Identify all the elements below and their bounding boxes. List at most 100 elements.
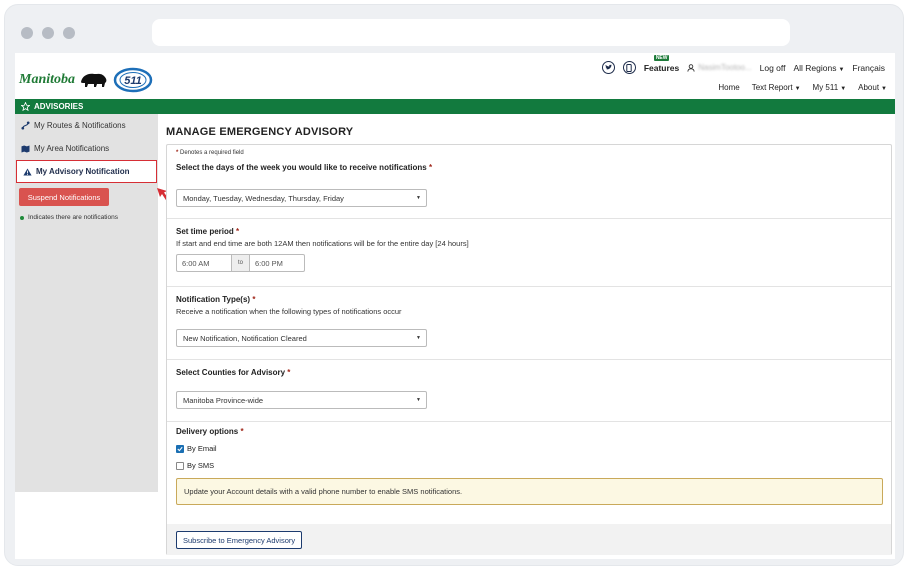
my511-menu[interactable]: My 511 ▼ [813, 83, 847, 92]
address-bar[interactable] [152, 19, 790, 46]
secondary-nav: Home Text Report ▼ My 511 ▼ About ▼ [718, 83, 887, 92]
mobile-app-icon[interactable] [622, 61, 636, 74]
required-star-icon: * [252, 295, 256, 304]
user-account[interactable]: NasimTootoo... [687, 63, 752, 72]
bison-icon [81, 73, 107, 87]
notifications-legend: Indicates there are notifications [15, 206, 158, 229]
twitter-icon[interactable] [601, 61, 615, 74]
types-label: Notification Type(s) * [176, 295, 255, 304]
new-badge: NEW [653, 54, 670, 61]
time-help: If start and end time are both 12AM then… [176, 239, 469, 248]
days-label-text: Select the days of the week you would li… [176, 163, 427, 172]
text-report-label: Text Report [751, 83, 793, 92]
counties-label-text: Select Counties for Advisory [176, 368, 286, 377]
types-help: Receive a notification when the followin… [176, 307, 402, 316]
required-note-text: Denotes a required field [180, 150, 244, 156]
top-nav: NEW Features NasimTootoo... Log off All … [601, 54, 885, 74]
regions-label: All Regions [793, 62, 837, 73]
time-separator: to [231, 255, 250, 271]
dropdown-arrow-icon: ▼ [416, 397, 421, 403]
days-section: * Denotes a required field Select the da… [167, 145, 891, 219]
legend-text: Indicates there are notifications [28, 214, 118, 221]
511-badge-icon: 511 [113, 67, 153, 93]
checkmark-icon [177, 446, 183, 451]
site-logo[interactable]: Manitoba 511 [19, 67, 153, 93]
logo-badge-text: 511 [124, 75, 142, 87]
delivery-label: Delivery options * [176, 427, 244, 436]
required-star-icon: * [240, 427, 244, 436]
username: NasimTootoo... [698, 63, 752, 72]
manitoba-logo-text: Manitoba [19, 72, 76, 87]
required-note: * Denotes a required field [176, 150, 244, 156]
end-time-input[interactable]: 6:00 PM [250, 255, 304, 271]
dropdown-arrow-icon: ▼ [416, 335, 421, 341]
email-option[interactable]: By Email [176, 444, 217, 453]
maximize-dot-icon[interactable] [63, 27, 75, 39]
minimize-dot-icon[interactable] [42, 27, 54, 39]
map-icon [21, 144, 30, 153]
counties-label: Select Counties for Advisory * [176, 368, 290, 377]
form-footer: Subscribe to Emergency Advisory [167, 524, 891, 555]
sms-option[interactable]: By SMS [176, 461, 214, 470]
language-link[interactable]: Français [852, 63, 885, 73]
log-off-link[interactable]: Log off [760, 63, 786, 73]
window-controls [21, 27, 75, 39]
email-checkbox[interactable] [176, 444, 184, 453]
types-section: Notification Type(s) * Receive a notific… [167, 287, 891, 360]
about-label: About [858, 83, 880, 92]
required-star-icon: * [428, 163, 433, 172]
features-link[interactable]: NEW Features [643, 54, 680, 73]
close-dot-icon[interactable] [21, 27, 33, 39]
days-select[interactable]: Monday, Tuesday, Wednesday, Thursday, Fr… [176, 189, 427, 207]
advisory-form: * Denotes a required field Select the da… [166, 144, 892, 555]
sms-label: By SMS [187, 461, 215, 470]
text-report-menu[interactable]: Text Report ▼ [752, 83, 801, 92]
caret-down-icon: ▼ [794, 86, 801, 92]
required-star-icon: * [176, 150, 179, 156]
sidebar: My Routes & Notifications My Area Notifi… [15, 114, 158, 492]
types-select-value: New Notification, Notification Cleared [183, 333, 307, 343]
advisories-title: ADVISORIES [34, 102, 84, 111]
time-label: Set time period * [176, 227, 239, 236]
sidebar-item-my-advisory[interactable]: My Advisory Notification [16, 160, 157, 183]
time-label-text: Set time period [176, 227, 234, 236]
browser-window: Manitoba 511 NEW Features NasimTootoo...… [4, 4, 904, 566]
about-menu[interactable]: About ▼ [858, 83, 887, 92]
suspend-notifications-button[interactable]: Suspend Notifications [19, 188, 109, 206]
required-star-icon: * [287, 368, 291, 377]
required-star-icon: * [236, 227, 240, 236]
counties-section: Select Counties for Advisory * Manitoba … [167, 360, 891, 422]
sidebar-item-label: My Area Notifications [34, 144, 110, 153]
types-select[interactable]: New Notification, Notification Cleared ▼ [176, 329, 427, 347]
sms-warning-alert: Update your Account details with a valid… [176, 478, 883, 505]
features-label: Features [643, 62, 680, 73]
delivery-label-text: Delivery options [176, 427, 239, 436]
days-label: Select the days of the week you would li… [176, 163, 432, 172]
sidebar-item-my-routes[interactable]: My Routes & Notifications [15, 114, 158, 137]
home-link[interactable]: Home [718, 83, 739, 92]
sms-checkbox[interactable] [176, 461, 184, 470]
dropdown-arrow-icon: ▼ [416, 195, 421, 201]
page-title: MANAGE EMERGENCY ADVISORY [166, 126, 354, 138]
my511-label: My 511 [812, 83, 839, 92]
counties-select[interactable]: Manitoba Province-wide ▼ [176, 391, 427, 409]
start-time-input[interactable]: 6:00 AM [177, 255, 231, 271]
sidebar-item-my-area[interactable]: My Area Notifications [15, 137, 158, 160]
route-icon [21, 121, 30, 130]
delivery-section: Delivery options * By Email By SMS Updat… [167, 422, 891, 524]
caret-down-icon: ▼ [838, 66, 845, 73]
user-icon [687, 63, 695, 72]
days-select-value: Monday, Tuesday, Wednesday, Thursday, Fr… [183, 193, 344, 203]
warning-icon [23, 167, 32, 176]
types-label-text: Notification Type(s) [176, 295, 251, 304]
green-dot-icon [20, 215, 24, 220]
web-page: Manitoba 511 NEW Features NasimTootoo...… [15, 53, 895, 559]
subscribe-button[interactable]: Subscribe to Emergency Advisory [176, 531, 303, 549]
time-section: Set time period * If start and end time … [167, 219, 891, 287]
sidebar-item-label: My Advisory Notification [36, 167, 130, 176]
time-range: 6:00 AM to 6:00 PM [176, 254, 305, 272]
caret-down-icon: ▼ [881, 86, 887, 92]
star-outline-icon [21, 102, 30, 111]
sidebar-item-label: My Routes & Notifications [34, 121, 126, 130]
regions-dropdown[interactable]: All Regions ▼ [793, 63, 844, 73]
